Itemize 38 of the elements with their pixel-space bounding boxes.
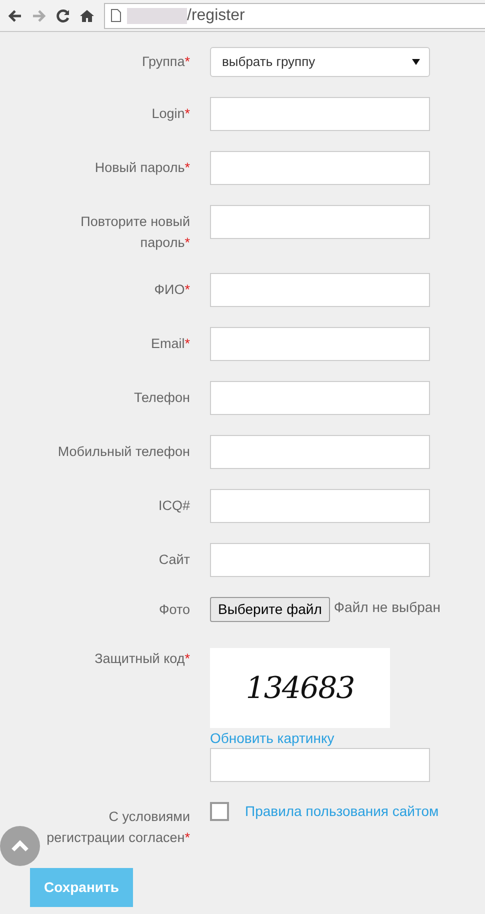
field-label: Новый пароль*	[94, 159, 190, 177]
field-label: Фото	[158, 601, 190, 619]
text-input[interactable]	[210, 327, 430, 361]
forward-icon[interactable]	[32, 10, 46, 22]
home-icon[interactable]	[80, 8, 94, 22]
text-input[interactable]	[210, 381, 430, 415]
text-input[interactable]	[210, 205, 430, 239]
choose-file-button[interactable]: Выберите файл	[210, 597, 330, 622]
scroll-top-button[interactable]	[0, 826, 40, 866]
text-input[interactable]	[210, 97, 430, 131]
text-input[interactable]	[210, 151, 430, 185]
field-label: Мобильный телефон	[56, 443, 190, 461]
captcha-text: 134683	[246, 670, 354, 708]
field-label: Email*	[150, 335, 190, 353]
group-select[interactable]: выбрать группу	[210, 47, 430, 77]
text-input[interactable]	[210, 543, 430, 577]
field-label: Login*	[150, 105, 190, 123]
field-label: ФИО*	[153, 281, 190, 299]
agree-checkbox[interactable]	[210, 802, 229, 821]
text-input[interactable]	[210, 435, 430, 469]
file-status-text: Файл не выбран	[334, 598, 440, 617]
text-input[interactable]	[210, 489, 430, 523]
field-label: Телефон	[132, 389, 190, 407]
back-icon[interactable]	[8, 10, 22, 22]
page-icon	[111, 9, 121, 22]
field-label: Защитный код*	[94, 650, 190, 668]
field-label: Сайт	[158, 551, 190, 569]
reload-icon[interactable]	[56, 8, 70, 22]
field-label: Группа*	[140, 53, 190, 71]
dropdown-arrow-icon	[412, 59, 420, 65]
address-bar[interactable]: /register	[104, 2, 485, 28]
field-label: С условиями регистрации согласен*	[46, 808, 190, 847]
field-label: Повторите новый пароль*	[80, 213, 190, 252]
text-input[interactable]	[210, 273, 430, 307]
captcha-input[interactable]	[210, 748, 430, 782]
field-label: ICQ#	[157, 497, 190, 515]
url-text: /register	[187, 6, 245, 26]
chevron-up-icon	[11, 840, 29, 852]
